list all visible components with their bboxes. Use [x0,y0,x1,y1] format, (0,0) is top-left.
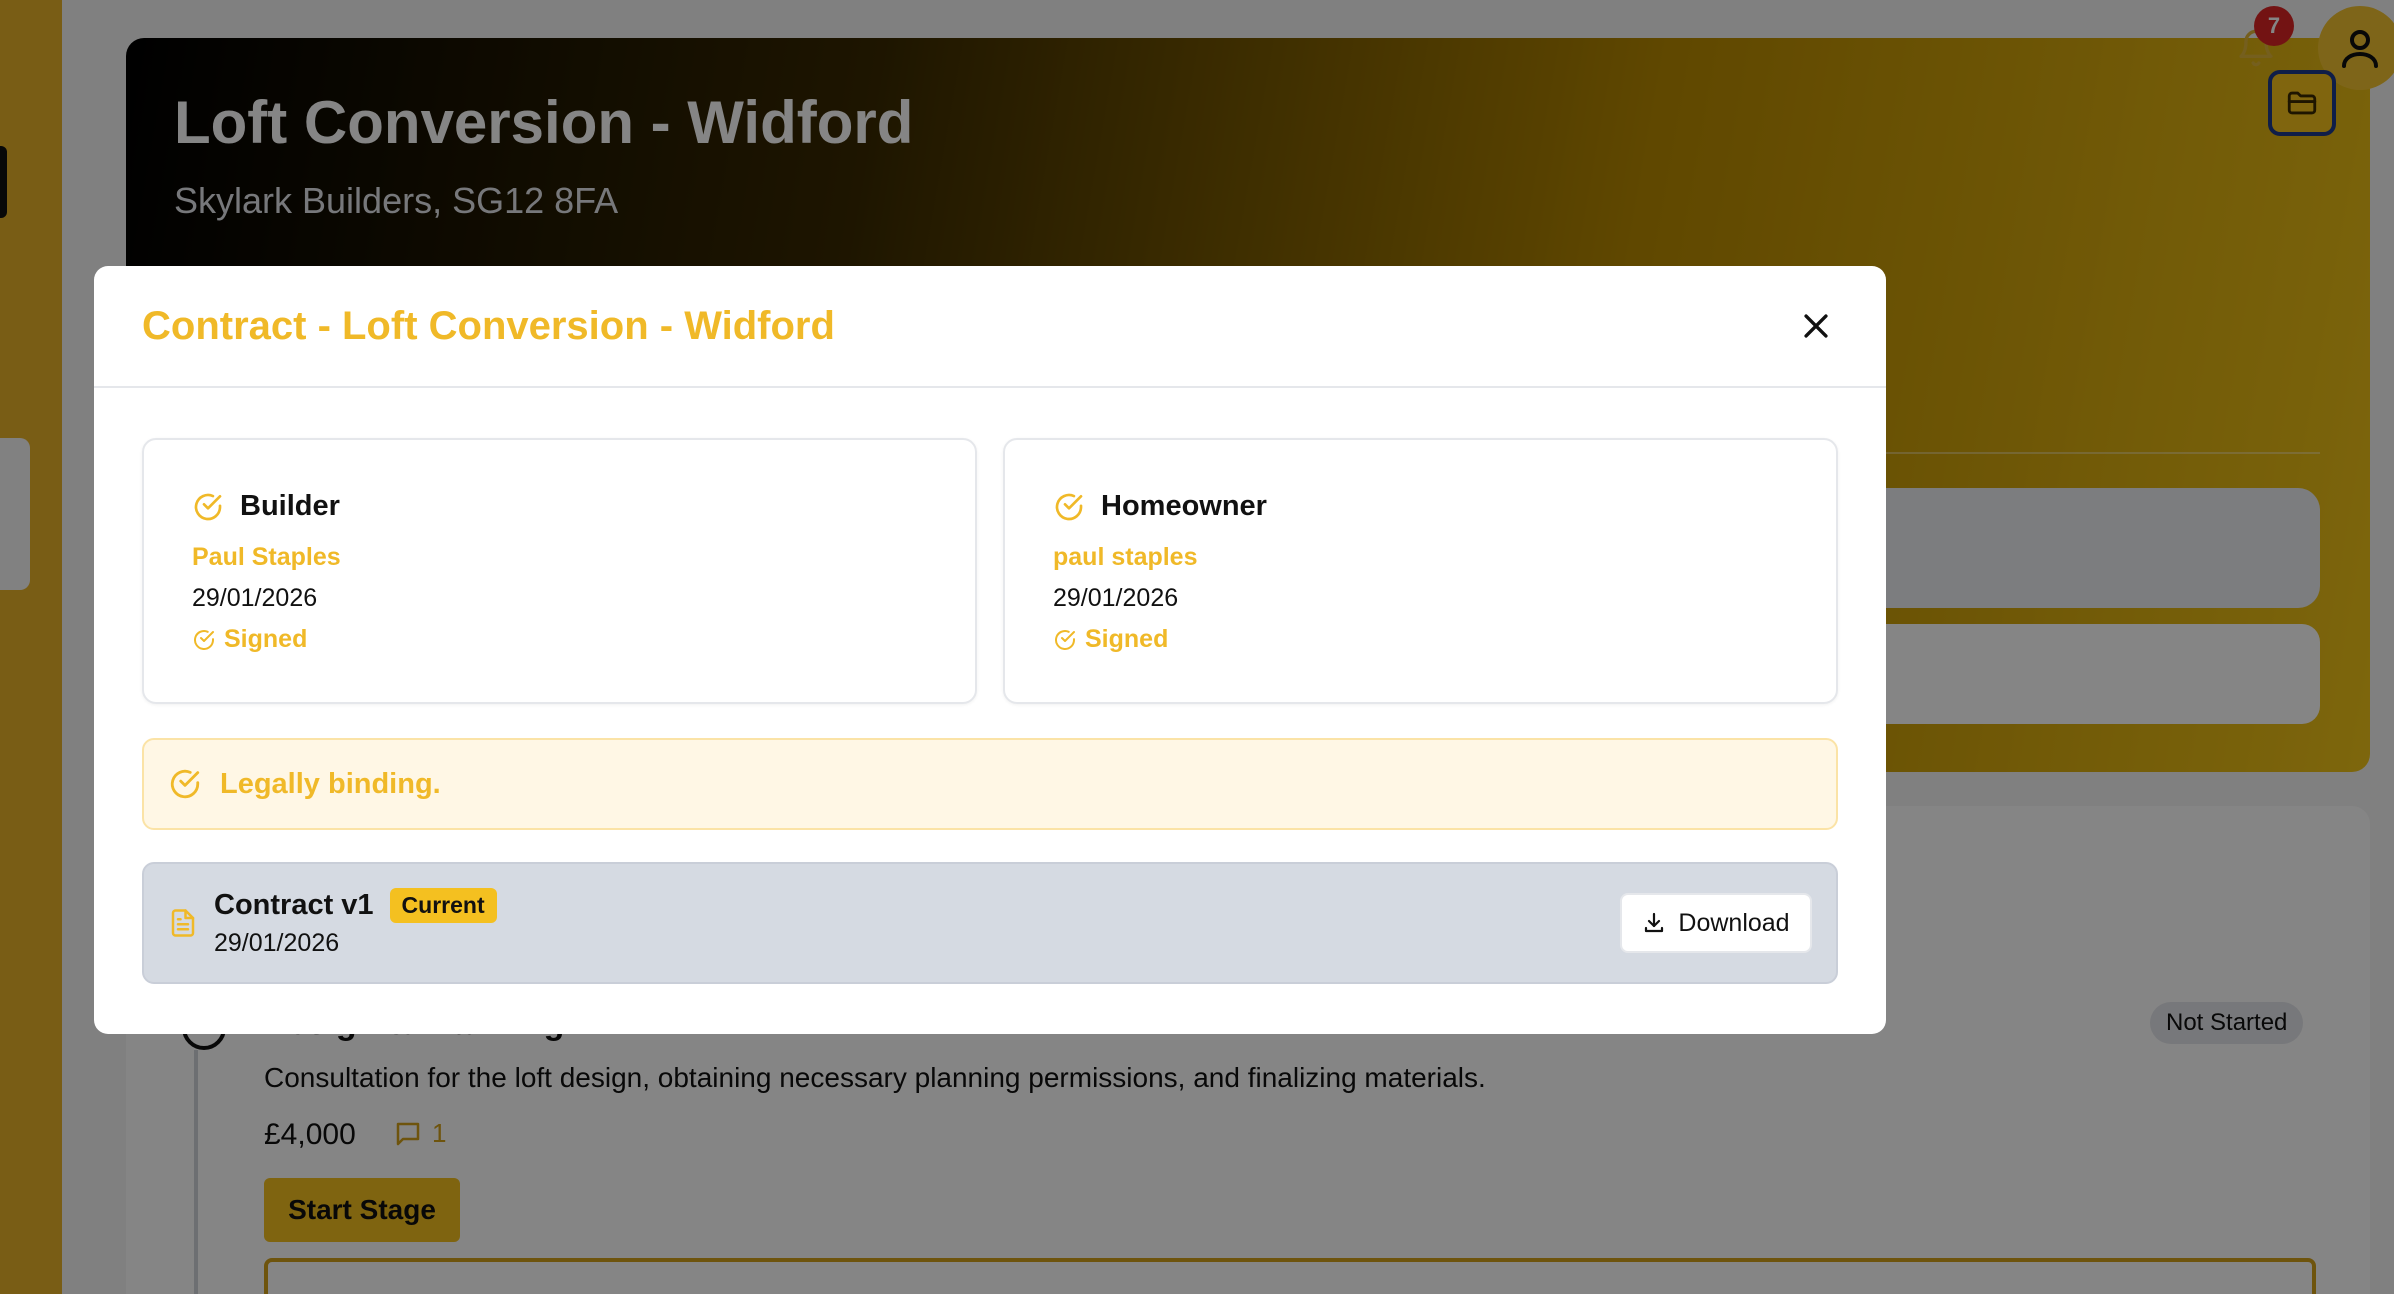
signed-status: Signed [192,625,927,654]
download-button[interactable]: Download [1620,893,1812,953]
signed-date: 29/01/2026 [192,584,318,612]
check-circle-icon [194,493,222,520]
binding-text: Legally binding. [220,767,441,800]
download-icon [1645,912,1664,933]
signatories: Builder Paul Staples 29/01/2026 Signed H… [142,438,1838,704]
check-circle-icon [1055,493,1083,520]
signed-status-label: Signed [224,625,308,653]
download-label: Download [1678,908,1790,937]
close-button[interactable] [1794,304,1838,348]
signed-status-label: Signed [1085,625,1169,653]
signed-date: 29/01/2026 [1053,584,1179,612]
legally-binding-notice: Legally binding. [142,738,1838,830]
document-icon [171,909,195,937]
modal-header: Contract - Loft Conversion - Widford [94,266,1886,388]
contract-date: 29/01/2026 [214,929,340,957]
signed-status: Signed [1053,625,1788,654]
homeowner-signature-card: Homeowner paul staples 29/01/2026 Signed [1003,438,1838,704]
check-circle-icon [1055,629,1075,650]
contract-modal: Contract - Loft Conversion - Widford Bui… [94,266,1886,1034]
party-role: Builder [240,490,340,522]
modal-title: Contract - Loft Conversion - Widford [142,303,835,348]
check-circle-icon [194,629,214,650]
party-name: Paul Staples [192,543,341,571]
check-circle-icon [170,769,200,799]
contract-name: Contract v1 [214,889,374,921]
party-name: paul staples [1053,543,1198,571]
party-role: Homeowner [1101,490,1267,522]
close-icon [1804,314,1828,338]
builder-signature-card: Builder Paul Staples 29/01/2026 Signed [142,438,977,704]
contract-version-row: Contract v1 Current 29/01/2026 Download [142,862,1838,984]
current-badge: Current [389,888,497,923]
